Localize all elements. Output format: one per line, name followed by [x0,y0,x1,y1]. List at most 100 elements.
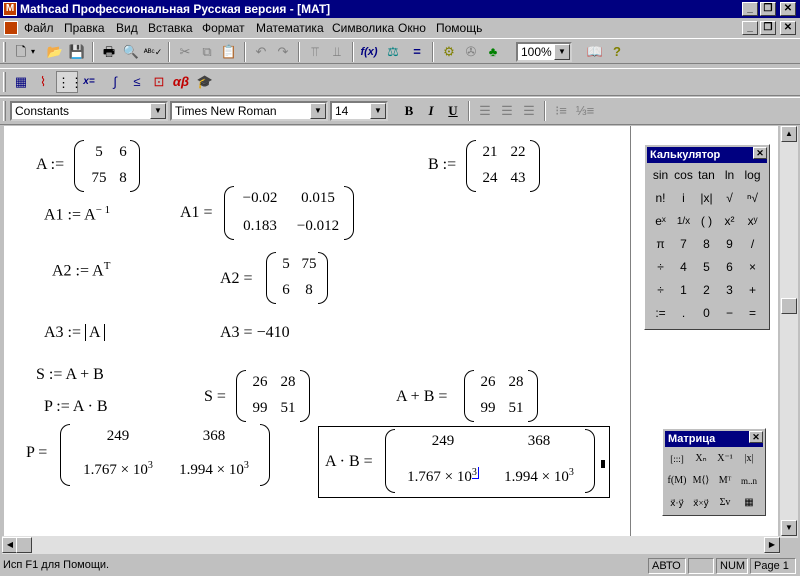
matrix-vector-sum-icon[interactable]: Σv [713,493,737,513]
calc-key-0[interactable]: 0 [695,303,718,324]
matrix-picture-icon[interactable]: ▦ [737,493,761,513]
matrix-inverse-icon[interactable]: X⁻¹ [713,449,737,469]
s-definition[interactable]: S := A + B [36,366,104,384]
paste-icon[interactable]: 📋 [218,41,240,63]
component-wizard-icon[interactable]: ♣ [482,41,504,63]
matrix-palette-icon[interactable]: ⋮⋮ [56,71,83,93]
undo-icon[interactable]: ↶ [250,41,272,63]
insert-component-icon[interactable]: ⚙ [438,41,460,63]
bullets-icon[interactable]: ⁝≡ [550,100,572,122]
calc-key-1[interactable]: 1 [672,280,695,301]
font-size-select[interactable]: 14 ▼ [330,101,388,121]
calc-key-reciprocal[interactable]: 1/x [672,211,695,232]
menu-math[interactable]: Математика [256,21,324,35]
matrix-range-icon[interactable]: m..n [737,471,761,491]
matrix-s[interactable]: 26 28 99 51 [236,370,310,422]
calc-key-3[interactable]: 3 [718,280,741,301]
b-definition[interactable]: B := [428,156,456,174]
horizontal-scrollbar[interactable]: ◀ ▶ [2,536,780,554]
calculator-close-button[interactable]: ✕ [753,147,767,159]
matrix-a-plus-b[interactable]: 26 28 99 51 [464,370,538,422]
calc-key-exp[interactable]: eˣ [649,211,672,232]
align-down-icon[interactable]: ⫫ [326,41,348,63]
graph-palette-icon[interactable]: ⌇ [32,71,54,93]
zoom-dropdown-icon[interactable]: ▼ [554,44,570,60]
calc-key-sqrt[interactable]: √ [718,188,741,209]
menu-format[interactable]: Формат [202,21,245,35]
menu-help[interactable]: Помощь [436,21,482,35]
calc-key-9[interactable]: 9 [718,234,741,255]
calc-key-divide[interactable]: / [741,234,764,255]
open-icon[interactable]: 📂 [44,41,66,63]
doc-minimize-button[interactable]: _ [742,21,758,35]
vertical-scroll-thumb[interactable] [781,298,797,314]
greek-palette-icon[interactable]: αβ [170,71,192,93]
calc-key-7[interactable]: 7 [672,234,695,255]
p-definition[interactable]: P := A · B [44,398,108,416]
style-dropdown-icon[interactable]: ▼ [150,103,166,119]
copy-icon[interactable]: ⧉ [196,41,218,63]
calc-key-5[interactable]: 5 [695,257,718,278]
calc-key-equals[interactable]: = [741,303,764,324]
matrix-cross-product-icon[interactable]: x⃗×y⃗ [689,493,713,513]
mathcad-app-icon[interactable]: M [3,2,17,16]
horizontal-scroll-thumb[interactable] [16,537,32,553]
matrix-vectorize-icon[interactable]: f(M) [665,471,689,491]
a3-definition[interactable]: A3 := A [44,324,105,342]
matrix-determinant-icon[interactable]: |x| [737,449,761,469]
calc-key-4[interactable]: 4 [672,257,695,278]
calc-key-8[interactable]: 8 [695,234,718,255]
cut-icon[interactable]: ✂ [174,41,196,63]
a3-result[interactable]: A3 = −410 [220,324,290,342]
selected-region[interactable]: A · B = 249 368 1.767 × 103 1.994 × 103 [318,426,610,498]
toolbar-grip[interactable] [3,72,6,92]
calculate-icon[interactable]: = [406,41,428,63]
align-center-icon[interactable]: ☰ [496,100,518,122]
close-button[interactable]: ✕ [780,2,796,16]
a-definition[interactable]: A := [36,156,64,174]
calc-key-2[interactable]: 2 [695,280,718,301]
calc-key-log[interactable]: log [741,165,764,186]
toolbar-grip[interactable] [3,42,6,62]
doc-close-button[interactable]: ✕ [780,21,796,35]
menu-file[interactable]: Файл [24,21,54,35]
evaluation-palette-icon[interactable]: x= [78,71,100,93]
minimize-button[interactable]: _ [742,2,758,16]
matrix-palette-close-button[interactable]: ✕ [749,431,763,443]
a-plus-b-label[interactable]: A + B = [396,388,447,406]
a1-result-label[interactable]: A1 = [180,204,213,222]
matrix-transpose-icon[interactable]: Mᵀ [713,471,737,491]
vertical-scrollbar[interactable]: ▲ ▼ [780,126,798,538]
symbolic-palette-icon[interactable]: 🎓 [194,71,216,93]
matrix-a2[interactable]: 5 75 6 8 [266,252,328,304]
italic-button[interactable]: I [420,100,442,122]
calc-key-6[interactable]: 6 [718,257,741,278]
insert-function-icon[interactable]: f(x) [358,41,380,63]
p-result-label[interactable]: P = [26,444,47,462]
calc-key-define[interactable]: := [649,303,672,324]
maximize-button[interactable]: ❐ [760,2,776,16]
menu-window[interactable]: Окно [398,21,426,35]
font-select[interactable]: Times New Roman ▼ [170,101,328,121]
calc-key-power[interactable]: xʸ [741,211,764,232]
calc-key-square[interactable]: x² [718,211,741,232]
calc-key-factorial[interactable]: n! [649,188,672,209]
calc-key-abs[interactable]: |x| [695,188,718,209]
a1-definition[interactable]: A1 := A− 1 [44,204,110,224]
new-dropdown-icon[interactable]: ▾ [28,41,38,63]
calculator-palette-icon[interactable]: ▦ [10,71,32,93]
redo-icon[interactable]: ↷ [272,41,294,63]
matrix-a-times-b[interactable]: 249 368 1.767 × 103 1.994 × 103 [385,429,595,493]
matrix-a[interactable]: 5 6 75 8 [74,140,140,192]
matrix-b[interactable]: 21 22 24 43 [466,140,540,192]
insert-unit-icon[interactable]: ⚖ [382,41,404,63]
resource-center-icon[interactable]: 📖 [584,41,606,63]
calc-key-tan[interactable]: tan [695,165,718,186]
align-right-icon[interactable]: ☰ [518,100,540,122]
menu-view[interactable]: Вид [116,21,138,35]
matrix-insert-icon[interactable]: [:::] [665,449,689,469]
help-icon[interactable]: ? [606,41,628,63]
style-select[interactable]: Constants ▼ [10,101,168,121]
matrix-a1[interactable]: −0.02 0.015 0.183 −0.012 [224,186,354,240]
print-preview-icon[interactable]: 🔍 [120,41,142,63]
